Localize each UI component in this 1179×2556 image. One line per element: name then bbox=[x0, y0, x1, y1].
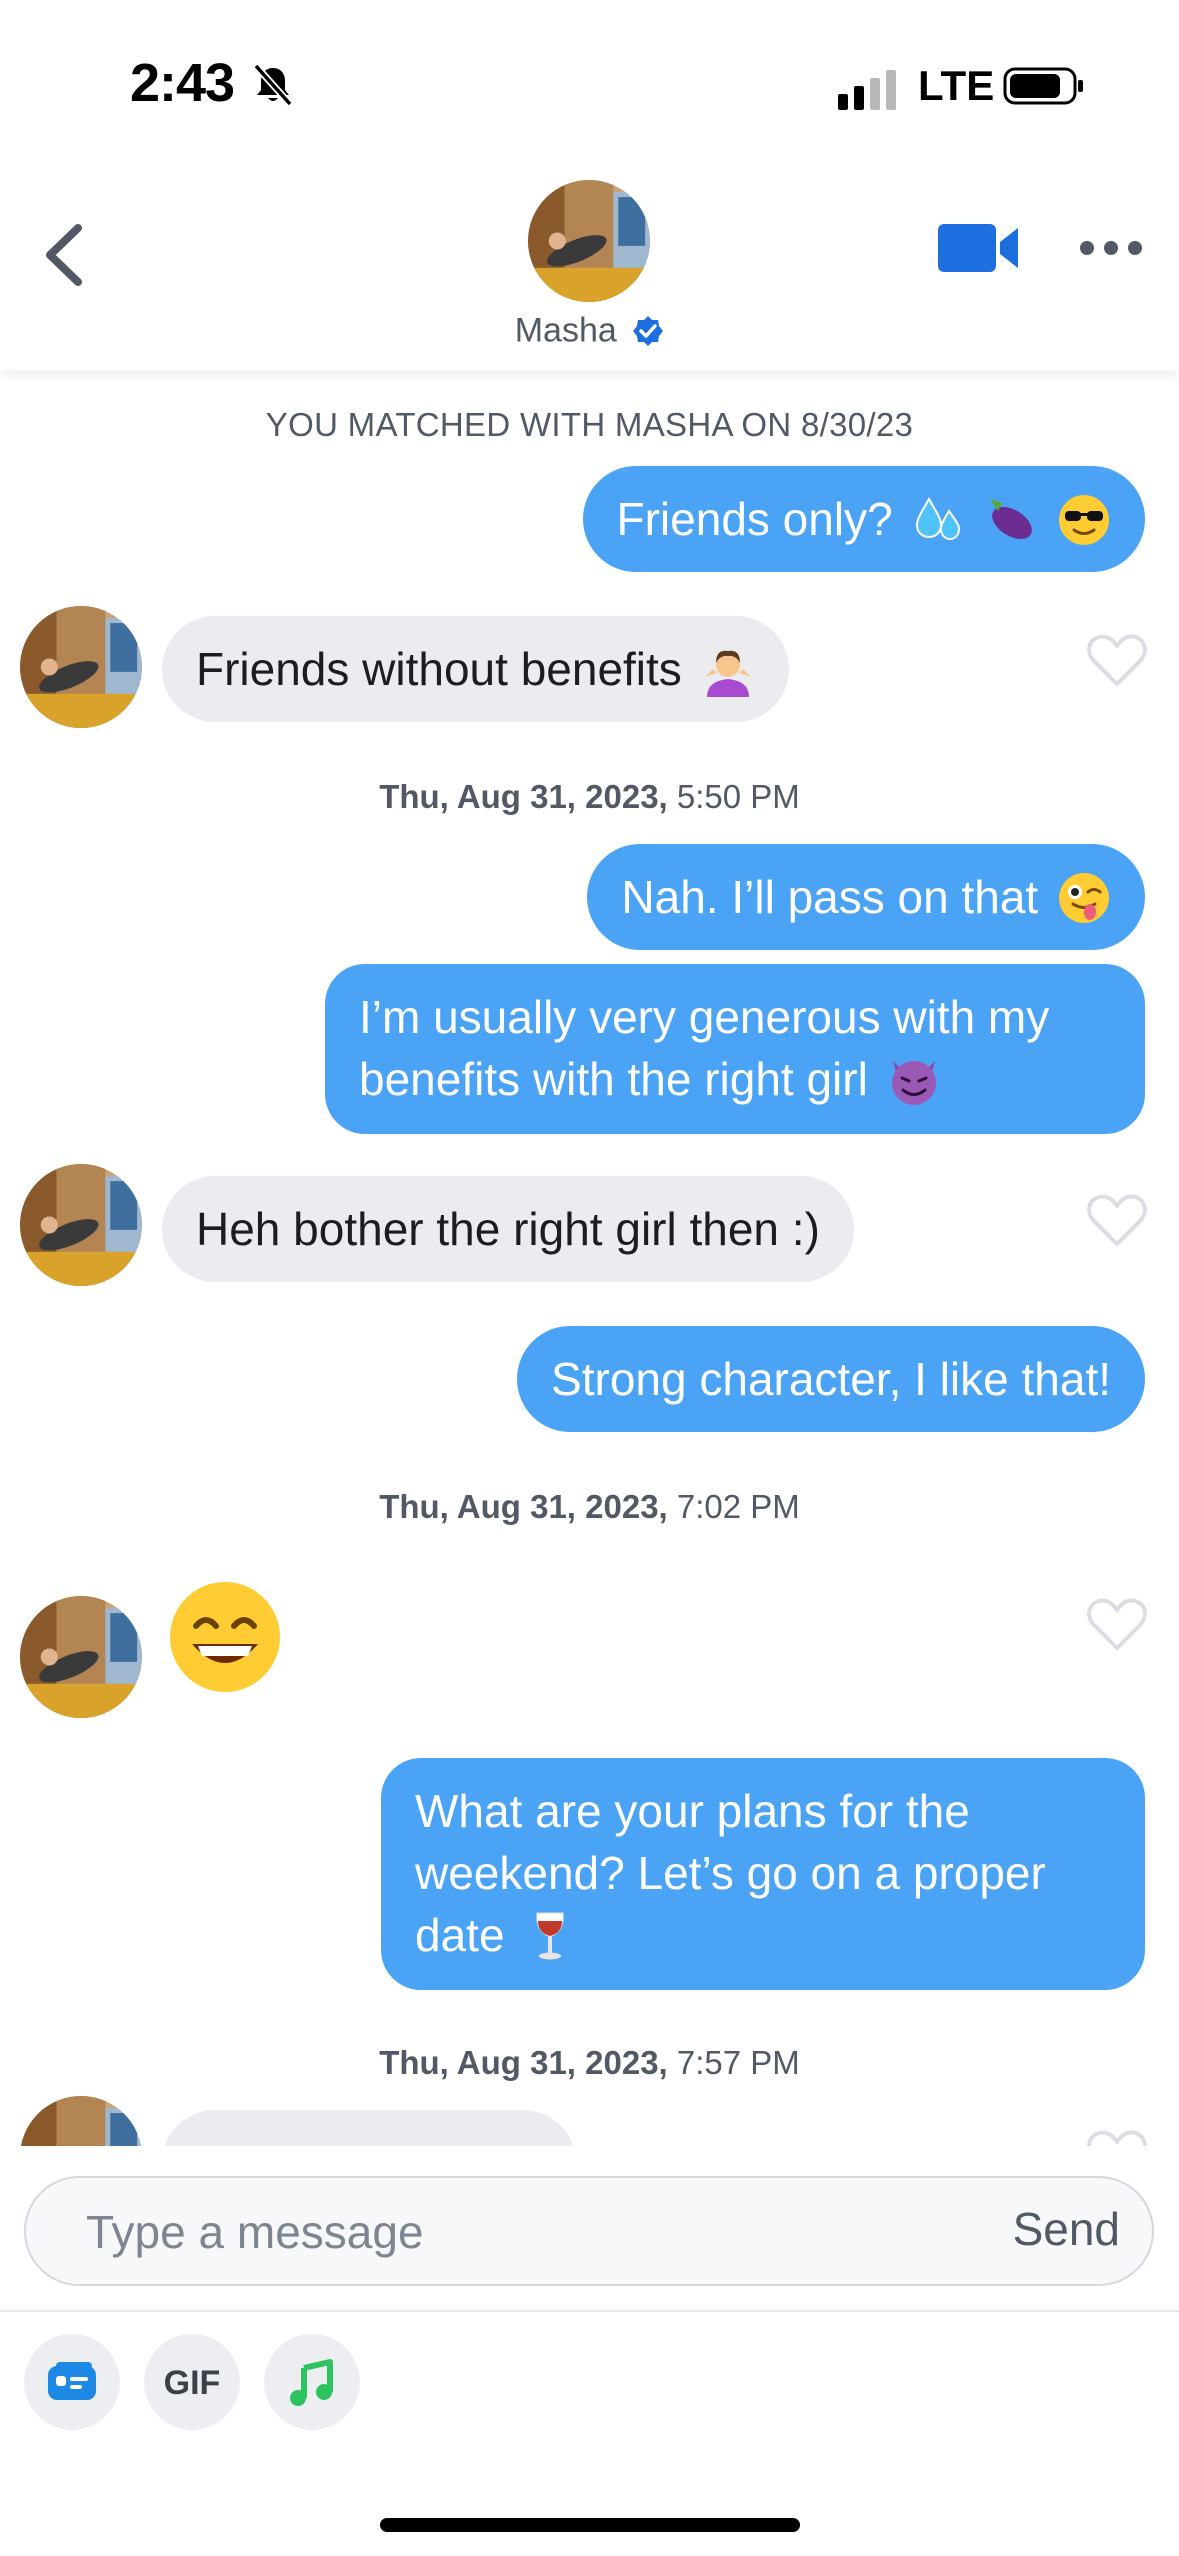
chat-thread[interactable]: YOU MATCHED WITH MASHA ON 8/30/23 Friend… bbox=[0, 370, 1179, 2146]
avatar[interactable] bbox=[20, 606, 142, 728]
status-time: 2:43 bbox=[130, 53, 235, 113]
gif-button[interactable]: GIF bbox=[144, 2334, 240, 2430]
gif-label: GIF bbox=[163, 2364, 221, 2402]
status-bar: 2:43 LTE bbox=[0, 0, 1179, 160]
heart-outline-icon[interactable] bbox=[1086, 632, 1148, 688]
avatar[interactable] bbox=[20, 2096, 142, 2146]
divider bbox=[0, 2310, 1179, 2312]
message-input[interactable] bbox=[84, 2200, 908, 2264]
grinning-smiling-eyes-emoji[interactable] bbox=[166, 1578, 284, 1696]
sunglasses-face-emoji bbox=[1059, 495, 1109, 545]
network-type: LTE bbox=[918, 62, 995, 109]
message-text: I’m usually very generous with my benefi… bbox=[359, 991, 1050, 1105]
outgoing-message[interactable]: I’m usually very generous with my benefi… bbox=[325, 964, 1145, 1134]
message-composer: Send GIF bbox=[0, 2146, 1179, 2556]
home-indicator[interactable] bbox=[380, 2518, 800, 2532]
message-text: Strong character, I like that! bbox=[551, 1353, 1111, 1405]
music-note-icon bbox=[290, 2359, 333, 2406]
match-notice: YOU MATCHED WITH MASHA ON 8/30/23 bbox=[265, 406, 914, 443]
chat-header: Masha bbox=[0, 160, 1179, 370]
message-text: Friends only? bbox=[616, 493, 893, 545]
bell-slash-icon bbox=[253, 63, 293, 107]
battery-icon bbox=[1003, 67, 1083, 105]
winking-tongue-face-emoji bbox=[1059, 873, 1109, 923]
eggplant-emoji bbox=[990, 499, 1033, 540]
more-dots-icon[interactable] bbox=[1078, 230, 1144, 266]
heart-outline-icon[interactable] bbox=[1086, 2128, 1148, 2146]
message-text: Nah. I’ll pass on that bbox=[621, 871, 1039, 923]
heart-outline-icon[interactable] bbox=[1086, 1192, 1148, 1248]
contact-name-label: Masha bbox=[514, 311, 617, 350]
person-shrugging-emoji bbox=[704, 650, 751, 697]
message-text: Friends without benefits bbox=[196, 643, 682, 695]
outgoing-message[interactable]: What are your plans for the weekend? Let… bbox=[381, 1758, 1145, 1990]
timestamp: Thu, Aug 31, 2023, 5:50 PM bbox=[379, 778, 800, 815]
outgoing-message[interactable]: Nah. I’ll pass on that bbox=[587, 844, 1145, 950]
music-button[interactable] bbox=[264, 2334, 360, 2430]
chevron-left-icon[interactable] bbox=[30, 210, 100, 300]
sweat-droplets-emoji bbox=[916, 496, 961, 541]
sticker-card-icon bbox=[48, 2362, 96, 2400]
outgoing-message[interactable]: Friends only? bbox=[582, 466, 1145, 572]
wine-glass-emoji bbox=[536, 1912, 565, 1960]
heart-outline-icon[interactable] bbox=[1086, 1596, 1148, 1652]
message-text: What are your plans for the weekend? Let… bbox=[415, 1785, 1046, 1961]
video-camera-icon[interactable] bbox=[936, 218, 1022, 278]
incoming-message[interactable]: Heh bother the right girl then :) bbox=[162, 1176, 854, 1282]
cellular-signal-icon bbox=[838, 70, 896, 110]
verified-badge-icon bbox=[633, 316, 664, 347]
sticker-button[interactable] bbox=[24, 2334, 120, 2430]
timestamp: Thu, Aug 31, 2023, 7:02 PM bbox=[379, 1488, 800, 1525]
avatar[interactable] bbox=[20, 1164, 142, 1286]
contact-name[interactable]: Masha bbox=[0, 310, 1179, 351]
avatar[interactable] bbox=[528, 180, 650, 302]
send-button[interactable]: Send bbox=[1013, 2202, 1120, 2256]
message-input-container[interactable]: Send bbox=[24, 2176, 1154, 2286]
incoming-message[interactable]: Friends without benefits bbox=[162, 616, 789, 722]
outgoing-message[interactable]: Strong character, I like that! bbox=[517, 1326, 1145, 1432]
smiling-devil-emoji bbox=[891, 1061, 936, 1105]
avatar[interactable] bbox=[20, 1596, 142, 1718]
timestamp: Thu, Aug 31, 2023, 7:57 PM bbox=[379, 2044, 800, 2081]
incoming-message-partial[interactable] bbox=[162, 2110, 576, 2146]
message-text: Heh bother the right girl then :) bbox=[196, 1203, 820, 1255]
